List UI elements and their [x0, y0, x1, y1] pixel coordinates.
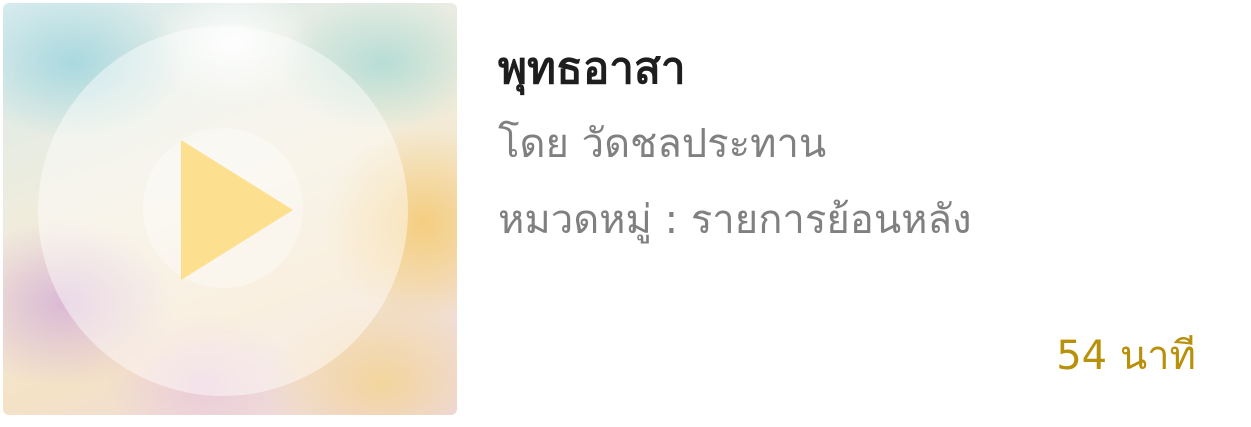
program-title[interactable]: พุทธอาสา — [498, 38, 686, 100]
program-thumbnail[interactable] — [3, 3, 457, 415]
program-duration: 54 นาที — [1056, 333, 1196, 379]
play-icon[interactable] — [181, 140, 293, 280]
program-category: หมวดหมู่ : รายการย้อนหลัง — [498, 197, 972, 243]
program-author: โดย วัดชลประทาน — [498, 121, 827, 167]
program-card[interactable]: พุทธอาสา โดย วัดชลประทาน หมวดหมู่ : รายก… — [0, 0, 1251, 427]
